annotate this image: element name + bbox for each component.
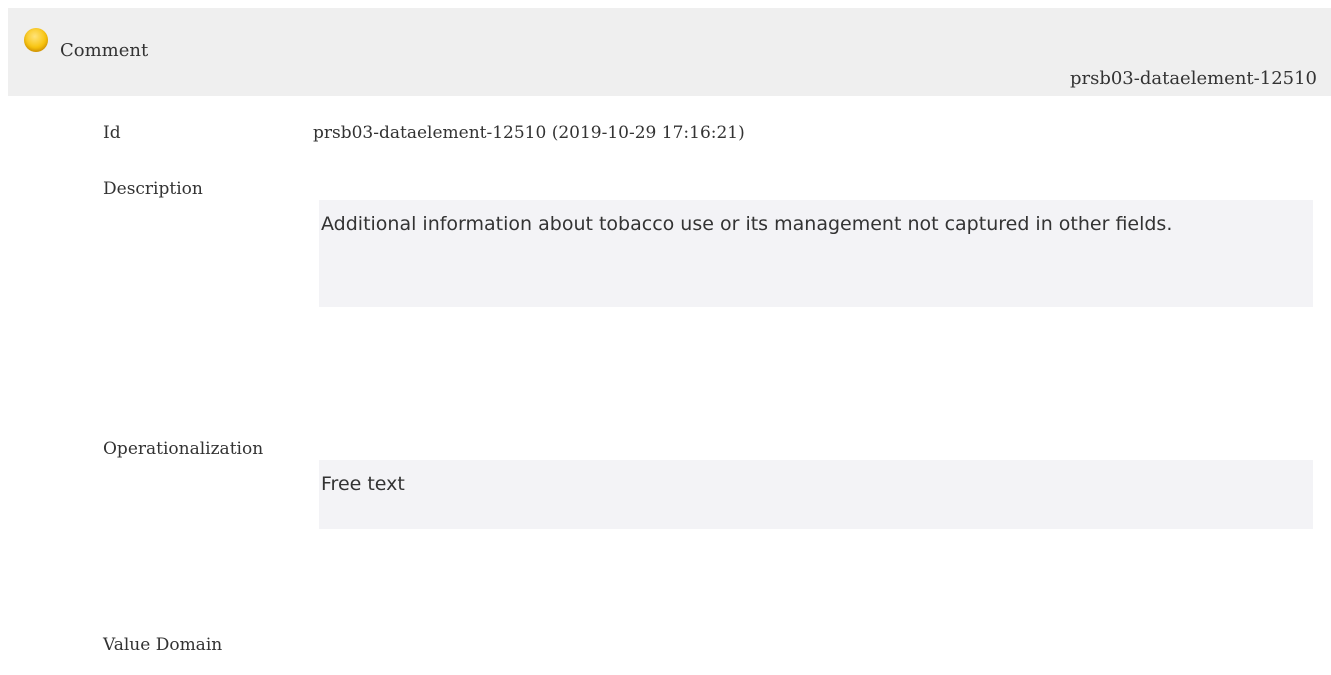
description-label: Description <box>103 179 203 199</box>
concept-id-label: prsb03-dataelement-12510 <box>1069 68 1317 89</box>
description-value: Additional information about tobacco use… <box>319 200 1313 307</box>
operationalization-label: Operationalization <box>103 439 264 459</box>
operationalization-value: Free text <box>319 460 1313 529</box>
value-domain-label: Value Domain <box>103 635 223 655</box>
id-label: Id <box>103 123 121 143</box>
status-circle-icon <box>24 28 48 52</box>
concept-header: Comment prsb03-dataelement-12510 <box>8 8 1331 96</box>
concept-title: Comment <box>60 40 149 61</box>
id-value: prsb03-dataelement-12510 (2019-10-29 17:… <box>313 123 745 143</box>
